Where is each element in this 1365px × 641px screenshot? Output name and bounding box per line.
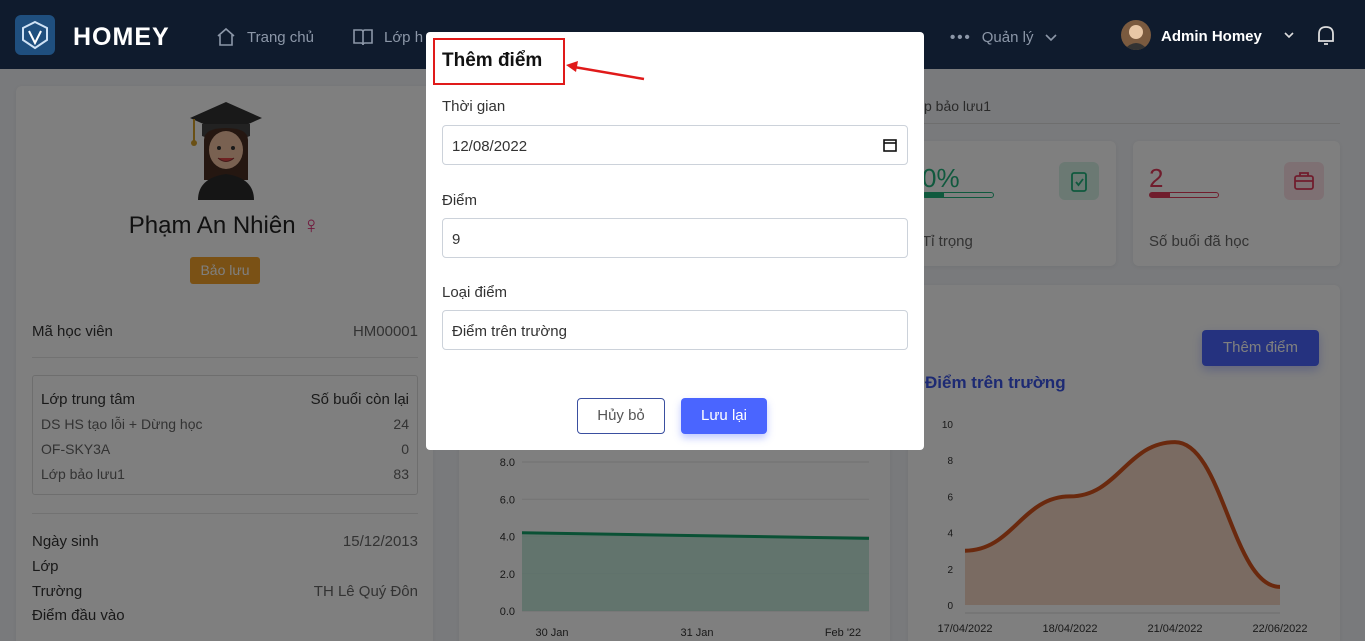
home-icon (217, 27, 235, 46)
nav-classes-label: Lớp h (384, 28, 424, 46)
nav-home-label: Trang chủ (247, 28, 314, 46)
nav-classes[interactable]: Lớp h (352, 26, 423, 48)
save-button[interactable]: Lưu lại (681, 398, 767, 434)
modal-title: Thêm điểm (433, 38, 565, 85)
nav-home[interactable]: Trang chủ (215, 26, 314, 48)
score-type-input[interactable]: Điểm trên trường (442, 310, 908, 350)
user-name[interactable]: Admin Homey (1161, 28, 1262, 45)
score-input[interactable]: 9 (442, 218, 908, 258)
annotation-arrow-icon (566, 61, 645, 81)
more-icon: ••• (950, 28, 972, 46)
brand-name[interactable]: HOMEY (73, 23, 170, 52)
nav-manage[interactable]: ••• Quản lý (950, 26, 1059, 48)
homey-logo[interactable] (15, 15, 55, 55)
date-input[interactable]: 12/08/2022 (442, 125, 908, 165)
nav-manage-label: Quản lý (981, 28, 1034, 46)
score-type-value: Điểm trên trường (452, 323, 567, 340)
score-type-label: Loại điểm (442, 284, 508, 301)
time-label: Thời gian (442, 98, 506, 115)
calendar-icon[interactable] (883, 138, 897, 152)
chevron-down-icon (1045, 34, 1058, 42)
score-value: 9 (452, 231, 461, 248)
bell-icon[interactable] (1313, 22, 1339, 48)
book-icon (353, 29, 373, 46)
score-label: Điểm (442, 192, 478, 209)
user-avatar[interactable] (1121, 20, 1151, 50)
user-chevron-down-icon[interactable] (1283, 29, 1295, 41)
cancel-button[interactable]: Hủy bỏ (577, 398, 665, 434)
date-value: 12/08/2022 (452, 138, 528, 155)
